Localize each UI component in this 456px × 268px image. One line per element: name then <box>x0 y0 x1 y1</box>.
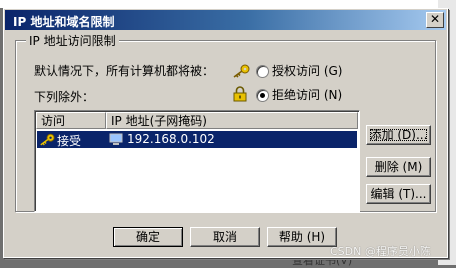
default-access-label: 默认情况下，所有计算机都将被： <box>34 64 215 78</box>
watermark: CSDN @程序员小陈 <box>330 245 431 258</box>
window-title: IP 地址和域名限制 <box>13 15 115 29</box>
title-bar[interactable]: IP 地址和域名限制 ✕ <box>5 10 446 30</box>
delete-button[interactable]: 删除 (M) <box>366 157 431 177</box>
close-icon: ✕ <box>429 12 441 26</box>
table-row[interactable]: 接受 192.168.0.102 <box>37 131 357 148</box>
deny-access-label[interactable]: 拒绝访问 (N) <box>272 86 342 103</box>
desktop-background <box>0 0 456 8</box>
deny-access-radio[interactable] <box>256 89 269 102</box>
edit-button[interactable]: 编辑 (T)... <box>366 184 431 204</box>
key-icon <box>233 64 250 78</box>
grant-access-radio[interactable] <box>256 65 269 78</box>
row-access-value: 接受 <box>57 134 82 148</box>
lock-icon <box>233 86 247 102</box>
computer-icon <box>109 133 123 145</box>
row-ip-value: 192.168.0.102 <box>127 132 215 146</box>
help-button[interactable]: 帮助 (H) <box>267 227 337 247</box>
key-icon <box>40 133 55 146</box>
ok-button[interactable]: 确定 <box>113 227 183 247</box>
cancel-button[interactable]: 取消 <box>190 227 260 247</box>
column-header-access[interactable]: 访问 <box>36 112 106 129</box>
grant-access-label[interactable]: 授权访问 (G) <box>272 62 342 79</box>
group-title: IP 地址访问限制 <box>26 32 119 49</box>
column-header-ip-address[interactable]: IP 地址(子网掩码) <box>106 112 358 129</box>
ip-exception-list[interactable]: 访问 IP 地址(子网掩码) 接受 192.168.0.102 <box>34 110 360 212</box>
close-button[interactable]: ✕ <box>426 12 444 28</box>
except-label: 下列除外： <box>34 90 95 104</box>
focus-rectangle <box>370 129 427 141</box>
add-button[interactable]: 添加 (D)... <box>366 125 431 145</box>
